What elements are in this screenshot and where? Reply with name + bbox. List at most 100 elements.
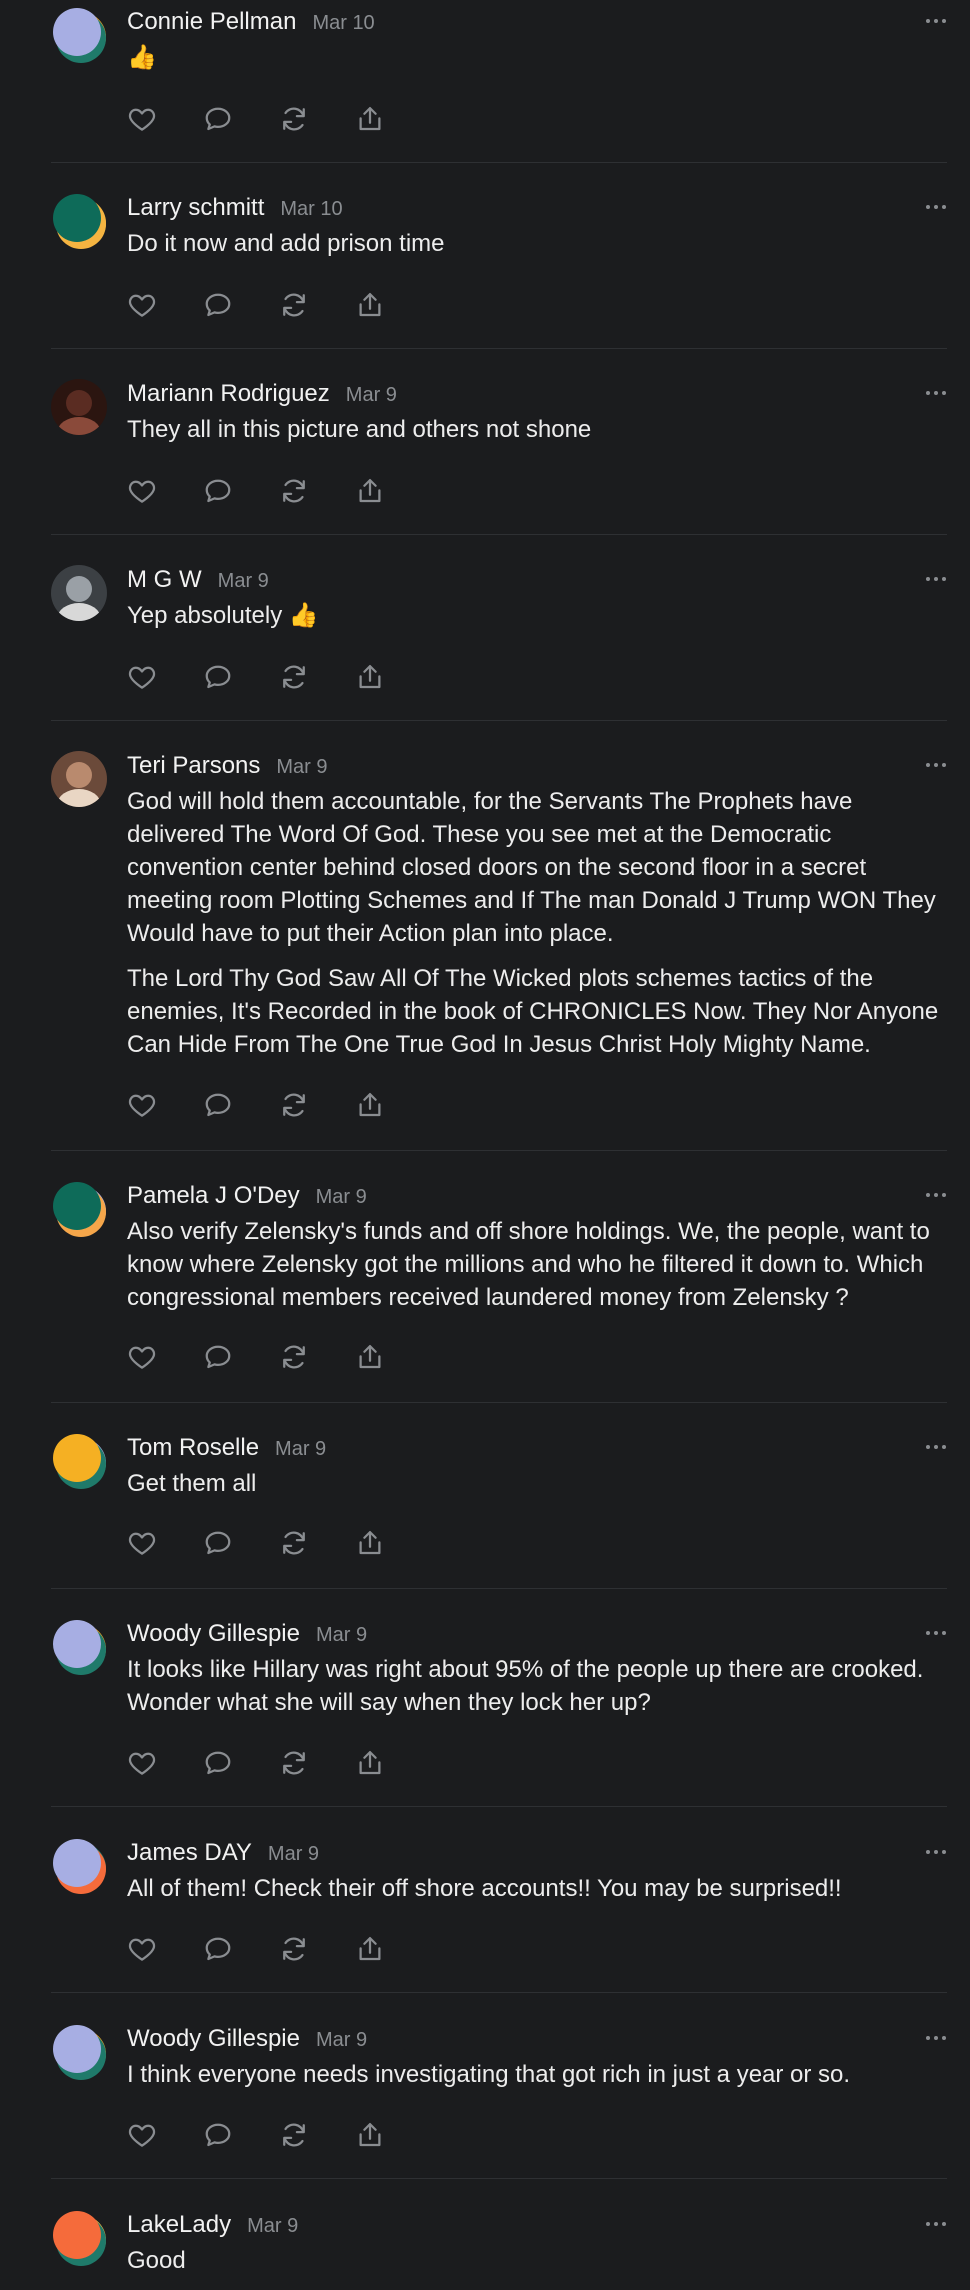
author-name[interactable]: Woody Gillespie bbox=[127, 2024, 300, 2054]
avatar[interactable] bbox=[51, 2210, 107, 2266]
author-name[interactable]: James DAY bbox=[127, 1838, 252, 1868]
like-button[interactable] bbox=[127, 1528, 157, 1558]
share-button[interactable] bbox=[355, 476, 385, 506]
comment-divider bbox=[51, 1588, 947, 1589]
like-button[interactable] bbox=[127, 104, 157, 134]
reply-button[interactable] bbox=[203, 104, 233, 134]
heart-icon bbox=[127, 1090, 157, 1120]
comment-actions bbox=[127, 1528, 431, 1558]
like-button[interactable] bbox=[127, 2120, 157, 2150]
avatar[interactable] bbox=[51, 193, 107, 249]
comment-text-paragraph: They all in this picture and others not … bbox=[127, 416, 592, 443]
comment-divider bbox=[51, 1806, 947, 1807]
comment-date: Mar 9 bbox=[345, 384, 397, 406]
author-name[interactable]: Teri Parsons bbox=[127, 751, 260, 781]
more-options-button[interactable] bbox=[925, 757, 947, 767]
share-button[interactable] bbox=[355, 104, 385, 134]
author-name[interactable]: Larry schmitt bbox=[127, 193, 264, 223]
author-name[interactable]: Tom Roselle bbox=[127, 1433, 259, 1463]
avatar[interactable] bbox=[51, 1181, 107, 1237]
comment-text: Also verify Zelensky's funds and off sho… bbox=[127, 1215, 947, 1314]
avatar[interactable] bbox=[51, 2024, 107, 2080]
more-options-button[interactable] bbox=[925, 1625, 947, 1635]
share-button[interactable] bbox=[355, 662, 385, 692]
more-options-button[interactable] bbox=[925, 385, 947, 395]
author-name[interactable]: Woody Gillespie bbox=[127, 1619, 300, 1649]
more-options-button[interactable] bbox=[925, 1844, 947, 1854]
like-button[interactable] bbox=[127, 1090, 157, 1120]
more-options-button[interactable] bbox=[925, 2216, 947, 2226]
more-options-button[interactable] bbox=[925, 13, 947, 23]
author-name[interactable]: Pamela J O'Dey bbox=[127, 1181, 300, 1211]
comment-bubble-icon bbox=[203, 1528, 233, 1558]
like-button[interactable] bbox=[127, 290, 157, 320]
like-button[interactable] bbox=[127, 1934, 157, 1964]
comment-text: God will hold them accountable, for the … bbox=[127, 785, 947, 1061]
reply-button[interactable] bbox=[203, 1934, 233, 1964]
repost-button[interactable] bbox=[279, 476, 309, 506]
avatar[interactable] bbox=[51, 565, 107, 621]
avatar[interactable] bbox=[51, 1433, 107, 1489]
avatar[interactable] bbox=[51, 1838, 107, 1894]
repost-button[interactable] bbox=[279, 1934, 309, 1964]
author-name[interactable]: LakeLady bbox=[127, 2210, 231, 2240]
author-name[interactable]: Connie Pellman bbox=[127, 7, 296, 37]
reply-button[interactable] bbox=[203, 2120, 233, 2150]
avatar[interactable] bbox=[51, 379, 107, 435]
share-button[interactable] bbox=[355, 290, 385, 320]
comment-text: Do it now and add prison time bbox=[127, 227, 947, 260]
share-button[interactable] bbox=[355, 1748, 385, 1778]
repost-button[interactable] bbox=[279, 1528, 309, 1558]
repost-button[interactable] bbox=[279, 1342, 309, 1372]
share-button[interactable] bbox=[355, 2120, 385, 2150]
avatar[interactable] bbox=[51, 1619, 107, 1675]
comment-divider bbox=[51, 162, 947, 163]
reply-button[interactable] bbox=[203, 1342, 233, 1372]
reply-button[interactable] bbox=[203, 476, 233, 506]
repost-button[interactable] bbox=[279, 104, 309, 134]
share-button[interactable] bbox=[355, 1528, 385, 1558]
comment-divider bbox=[51, 720, 947, 721]
share-button[interactable] bbox=[355, 1090, 385, 1120]
more-dots-icon bbox=[925, 199, 947, 216]
comment-text: Good bbox=[127, 2244, 947, 2277]
reply-button[interactable] bbox=[203, 662, 233, 692]
author-name[interactable]: Mariann Rodriguez bbox=[127, 379, 330, 409]
share-button[interactable] bbox=[355, 1342, 385, 1372]
more-options-button[interactable] bbox=[925, 1187, 947, 1197]
share-icon bbox=[355, 2120, 385, 2150]
comment-bubble-icon bbox=[203, 104, 233, 134]
repost-button[interactable] bbox=[279, 1090, 309, 1120]
more-options-button[interactable] bbox=[925, 1439, 947, 1449]
comment-actions bbox=[127, 104, 431, 134]
reply-button[interactable] bbox=[203, 1748, 233, 1778]
repost-icon bbox=[279, 104, 309, 134]
comment-text-paragraph: All of them! Check their off shore accou… bbox=[127, 1875, 842, 1902]
share-icon bbox=[355, 290, 385, 320]
avatar[interactable] bbox=[51, 7, 107, 63]
repost-button[interactable] bbox=[279, 2120, 309, 2150]
share-button[interactable] bbox=[355, 1934, 385, 1964]
reply-button[interactable] bbox=[203, 290, 233, 320]
repost-button[interactable] bbox=[279, 290, 309, 320]
reply-button[interactable] bbox=[203, 1528, 233, 1558]
more-options-button[interactable] bbox=[925, 199, 947, 209]
more-options-button[interactable] bbox=[925, 571, 947, 581]
comment-date: Mar 9 bbox=[217, 570, 269, 592]
like-button[interactable] bbox=[127, 1748, 157, 1778]
repost-button[interactable] bbox=[279, 1748, 309, 1778]
comment-text: 👍 bbox=[127, 41, 947, 74]
author-name[interactable]: M G W bbox=[127, 565, 202, 595]
reply-button[interactable] bbox=[203, 1090, 233, 1120]
like-button[interactable] bbox=[127, 476, 157, 506]
repost-button[interactable] bbox=[279, 662, 309, 692]
like-button[interactable] bbox=[127, 662, 157, 692]
comment-bubble-icon bbox=[203, 476, 233, 506]
heart-icon bbox=[127, 104, 157, 134]
comment-actions bbox=[127, 476, 431, 506]
like-button[interactable] bbox=[127, 1342, 157, 1372]
avatar[interactable] bbox=[51, 751, 107, 807]
comment-date: Mar 9 bbox=[276, 756, 328, 778]
comment-text-paragraph: I think everyone needs investigating tha… bbox=[127, 2061, 851, 2088]
more-options-button[interactable] bbox=[925, 2030, 947, 2040]
